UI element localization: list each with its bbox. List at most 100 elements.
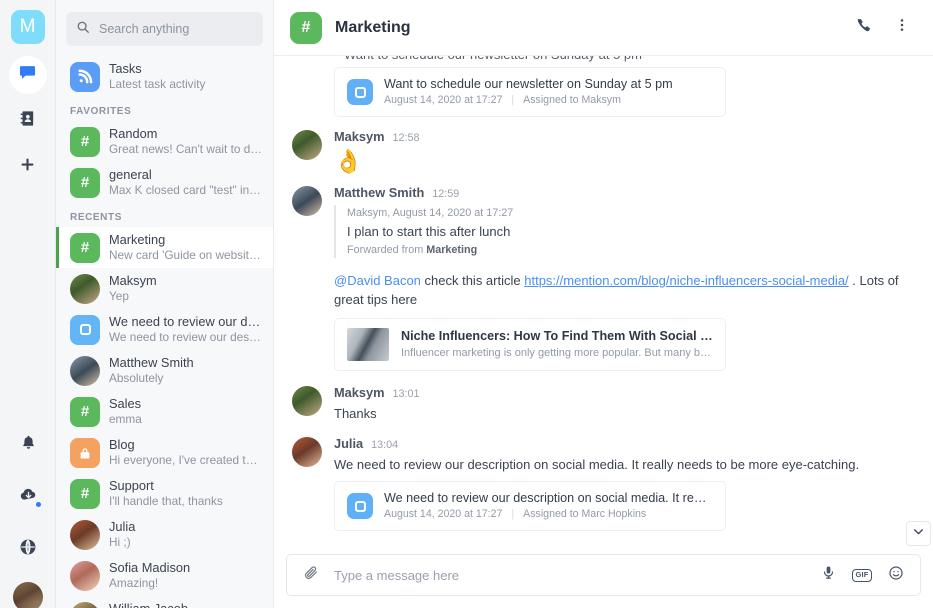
message-author: Maksym [334, 129, 385, 144]
message-header: Julia 13:04 [334, 435, 915, 454]
message-text-mid: check this article [420, 273, 525, 288]
sidebar-item-marketing[interactable]: # Marketing New card 'Guide on website … [56, 227, 273, 268]
task-card-assignee: Assigned to Marc Hopkins [523, 508, 647, 520]
task-card[interactable]: Want to schedule our newsletter on Sunda… [334, 67, 726, 117]
scroll-to-bottom-button[interactable] [906, 521, 931, 546]
sidebar-item-william-jacob[interactable]: William Jacob Today at 18:30 [56, 596, 273, 608]
chevron-down-icon [912, 525, 925, 543]
message-body: @David Bacon check this article https://… [334, 270, 915, 309]
message-author: Maksym [334, 546, 385, 548]
message-time: 12:59 [432, 188, 460, 200]
user-mention[interactable]: @David Bacon [334, 273, 421, 288]
article-link[interactable]: https://mention.com/blog/niche-influence… [524, 273, 848, 288]
search-container [56, 0, 273, 56]
sidebar-item-julia[interactable]: Julia Hi ;) [56, 514, 273, 555]
message-body: Maksym 13:01 Thanks [334, 384, 915, 423]
chat-icon [18, 63, 37, 87]
sidebar-item-subtitle: emma [109, 412, 142, 426]
sidebar-item-blog[interactable]: Blog Hi everyone, I've created this… [56, 432, 273, 473]
avatar-spacer [292, 270, 322, 309]
avatar[interactable] [292, 130, 322, 160]
avatar [70, 519, 100, 550]
message-body: Maksym 12:58 👌 [334, 128, 915, 175]
meta-separator: | [511, 508, 515, 520]
sidebar-item-title: Maksym [109, 273, 157, 288]
message-body: Julia 13:04 We need to review our descri… [334, 435, 915, 474]
sidebar-item-title: Tasks [109, 61, 142, 76]
message-text: @David Bacon check this article https://… [334, 270, 915, 309]
sidebar-item-text: Support I'll handle that, thanks [109, 478, 263, 509]
rail-item-contacts[interactable] [9, 102, 47, 140]
avatar[interactable] [292, 437, 322, 467]
hash-icon: # [290, 11, 322, 44]
message-list[interactable]: Want to schedule our newsletter on Sunda… [274, 56, 933, 548]
search-box[interactable] [66, 12, 263, 46]
sidebar-item-random[interactable]: # Random Great news! Can't wait to dig … [56, 121, 273, 162]
forwarded-source: Marketing [426, 244, 478, 256]
avatar[interactable] [292, 386, 322, 416]
message-emoji: 👌 [334, 148, 363, 174]
call-button[interactable] [850, 15, 876, 41]
link-preview-card[interactable]: Niche Influencers: How To Find Them With… [334, 318, 726, 371]
message-item: Maksym 13:05 Agree with you [292, 535, 915, 548]
gif-button[interactable]: GIF [851, 564, 873, 586]
sidebar-item-sales[interactable]: # Sales emma [56, 391, 273, 432]
avatar[interactable] [292, 186, 322, 216]
meta-separator: | [511, 94, 515, 106]
attach-file-button[interactable] [300, 564, 322, 586]
quote-body: I plan to start this after lunch [347, 224, 511, 239]
sidebar-item-text: general Max K closed card "test" in b… [109, 167, 263, 198]
sidebar-item-maksym[interactable]: Maksym Yep [56, 268, 273, 309]
sidebar-item-sofia-madison[interactable]: Sofia Madison Amazing! [56, 555, 273, 596]
sidebar-item-matthew-smith[interactable]: Matthew Smith Absolutely [56, 350, 273, 391]
message-input[interactable] [334, 567, 805, 583]
message-author: Maksym [334, 385, 385, 400]
emoji-icon [888, 565, 904, 586]
sidebar-item-subtitle: We need to review our descri… [109, 330, 263, 344]
sidebar-item-title: Sales [109, 396, 142, 411]
sidebar-item-subtitle: Hi everyone, I've created this… [109, 453, 263, 467]
rail-item-add[interactable] [9, 148, 47, 186]
message-header: Maksym 13:05 [334, 546, 915, 548]
link-preview-text: Niche Influencers: How To Find Them With… [401, 328, 713, 361]
task-card[interactable]: We need to review our description on soc… [334, 481, 726, 531]
sidebar-item-general[interactable]: # general Max K closed card "test" in b… [56, 162, 273, 203]
workspace-logo[interactable]: M [10, 10, 45, 44]
rail-item-downloads[interactable] [9, 478, 47, 516]
message-composer[interactable]: GIF [286, 554, 921, 596]
link-preview-description: Influencer marketing is only getting mor… [401, 347, 713, 359]
more-menu-button[interactable] [889, 15, 915, 41]
rail-item-apps[interactable] [9, 530, 47, 568]
sidebar-item-title: Marketing [109, 232, 166, 247]
gif-icon: GIF [852, 568, 872, 582]
message-body: Matthew Smith 12:59 Maksym, August 14, 2… [334, 184, 915, 258]
rail-item-notifications[interactable] [9, 426, 47, 464]
sidebar-item-subtitle: Great news! Can't wait to dig … [109, 142, 263, 156]
sidebar-item-title: Julia [109, 519, 136, 534]
sidebar-item-support[interactable]: # Support I'll handle that, thanks [56, 473, 273, 514]
voice-message-button[interactable] [817, 564, 839, 586]
task-card-text: Want to schedule our newsletter on Sunda… [384, 76, 673, 108]
sidebar-item-title: Sofia Madison [109, 560, 191, 575]
message-time: 13:01 [392, 388, 420, 400]
sidebar-item-title: Blog [109, 437, 135, 452]
search-input[interactable] [99, 22, 253, 36]
sidebar-item-task-thread[interactable]: We need to review our d… We need to revi… [56, 309, 273, 350]
message-text: We need to review our description on soc… [334, 457, 860, 472]
message-item: @David Bacon check this article https://… [292, 260, 915, 311]
rail-item-chat[interactable] [8, 56, 47, 94]
clipped-message-top: Want to schedule our newsletter on Sunda… [292, 56, 915, 65]
sidebar-item-title: Random [109, 126, 158, 141]
sidebar-item-text: Tasks Latest task activity [109, 61, 263, 92]
avatar [70, 355, 100, 386]
task-card-title: We need to review our description on soc… [384, 491, 713, 505]
current-user-avatar[interactable] [13, 582, 43, 608]
sidebar-item-subtitle: Latest task activity [109, 77, 206, 91]
emoji-button[interactable] [885, 564, 907, 586]
add-icon [19, 156, 36, 178]
task-card-meta: August 14, 2020 at 17:27 | Assigned to M… [384, 93, 673, 108]
sidebar-item-tasks[interactable]: Tasks Latest task activity [56, 56, 273, 97]
section-label-recents: RECENTS [70, 212, 122, 223]
more-menu-icon [894, 17, 910, 38]
message-time: 12:58 [392, 132, 420, 144]
